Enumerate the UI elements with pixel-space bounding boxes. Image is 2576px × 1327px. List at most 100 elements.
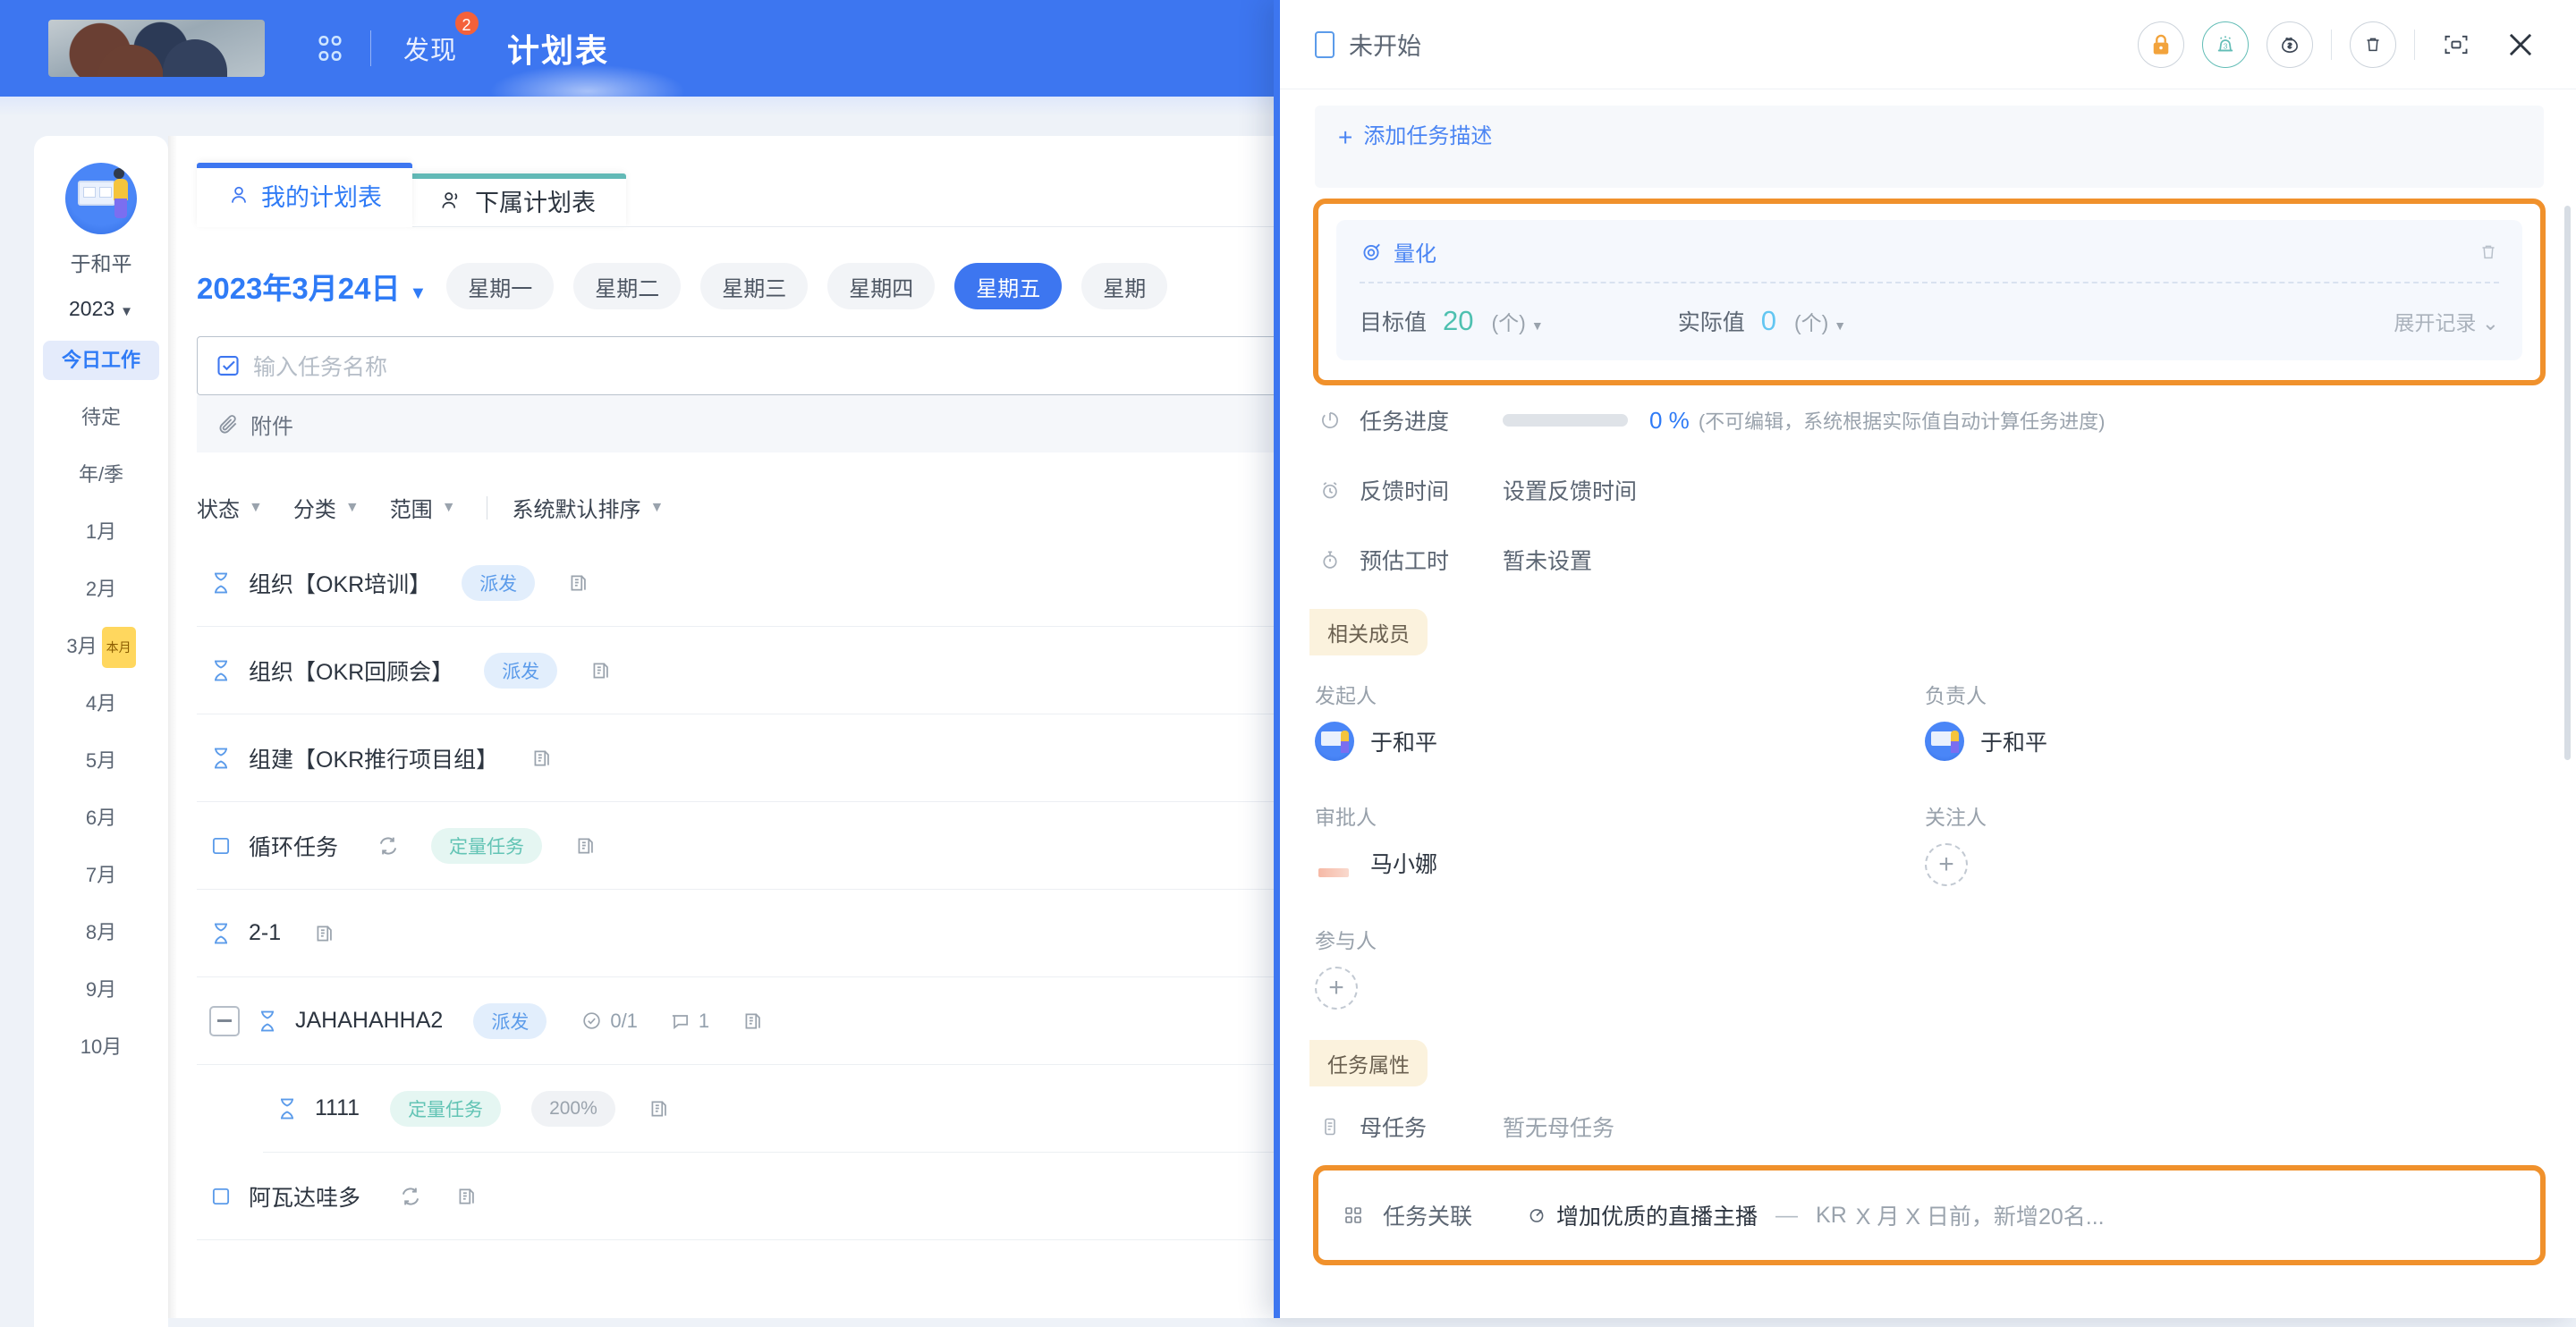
chevron-down-icon: ▼ (1530, 318, 1544, 333)
filter-scope[interactable]: 范围 ▼ (390, 492, 456, 523)
copy-icon[interactable] (530, 747, 554, 770)
reminder-button[interactable]: 3 (2202, 21, 2249, 68)
weekday-pill-0[interactable]: 星期一 (446, 263, 555, 309)
target-value[interactable]: 20 (1443, 305, 1473, 337)
hourglass-icon[interactable] (209, 571, 233, 596)
weekday-pill-2[interactable]: 星期三 (700, 263, 809, 309)
hourglass-icon[interactable] (256, 1009, 279, 1034)
add-participant-button[interactable]: + (1315, 967, 1358, 1010)
expand-records-button[interactable]: 展开记录 ⌄ (2394, 306, 2499, 336)
target-unit-selector[interactable]: (个) ▼ (1492, 306, 1544, 336)
sidebar-item-label: 2月 (85, 578, 117, 600)
header-divider-1 (2331, 29, 2332, 60)
related-objective-text: 增加优质的直播主播 (1556, 1204, 1758, 1230)
sidebar-item-4[interactable]: 2月 (43, 570, 159, 609)
avatar[interactable] (65, 163, 137, 234)
copy-icon[interactable] (648, 1097, 671, 1120)
square-icon[interactable] (209, 1185, 233, 1208)
close-button[interactable] (2497, 21, 2544, 68)
sidebar-item-0[interactable]: 今日工作 (43, 341, 159, 380)
square-icon[interactable] (209, 834, 233, 858)
target-value-label: 目标值 (1360, 310, 1428, 335)
hourglass-icon[interactable] (209, 658, 233, 683)
recurring-icon[interactable] (376, 833, 401, 858)
hourglass-icon[interactable] (275, 1096, 299, 1121)
nav-discover[interactable]: 发现 2 (396, 10, 481, 67)
weekday-pill-3[interactable]: 星期四 (827, 263, 936, 309)
top-bar-divider (370, 30, 371, 66)
tab-my-plan[interactable]: 我的计划表 (197, 163, 412, 227)
panel-scrollbar[interactable] (2564, 206, 2571, 760)
filter-status-label: 状态 (197, 498, 240, 522)
weekday-pill-5[interactable]: 星期 (1081, 263, 1168, 309)
panel-header: 未开始 3 (1274, 0, 2576, 89)
participant-label: 参与人 (1315, 929, 1377, 952)
weekday-pill-label: 星期一 (468, 276, 533, 301)
copy-icon[interactable] (567, 571, 590, 595)
sidebar-item-3[interactable]: 1月 (43, 512, 159, 552)
sidebar-list: 今日工作待定年/季 1月 2月 3月 本月 4月 5月 6月 7月 8月 9月 10月 (34, 341, 168, 1067)
year-value: 2023 (68, 297, 115, 320)
creator-name: 于和平 (1370, 731, 1438, 756)
status-box-icon[interactable] (1315, 30, 1335, 58)
sidebar-item-label: 7月 (85, 864, 117, 886)
sidebar-item-5[interactable]: 3月 本月 (43, 627, 159, 669)
grid-icon[interactable] (315, 33, 345, 63)
feedback-time-value[interactable]: 设置反馈时间 (1503, 474, 1637, 506)
year-selector[interactable]: 2023 ▼ (34, 297, 168, 321)
alarm-clock-icon (1315, 478, 1345, 502)
quantification-delete-button[interactable] (2478, 241, 2499, 263)
sidebar-item-11[interactable]: 9月 (43, 970, 159, 1010)
date-selector[interactable]: 2023年3月24日 ▼ (197, 265, 427, 308)
sort-selector[interactable]: 系统默认排序 ▼ (513, 492, 665, 523)
copy-icon[interactable] (589, 659, 613, 682)
sidebar-item-1[interactable]: 待定 (43, 398, 159, 437)
app-logo[interactable] (48, 20, 265, 77)
hourglass-icon[interactable] (209, 921, 233, 946)
lock-button[interactable] (2138, 21, 2184, 68)
subtask-count: 0/1 (580, 1010, 638, 1033)
recurring-icon[interactable] (398, 1184, 423, 1209)
sidebar-item-8[interactable]: 6月 (43, 799, 159, 838)
collapse-icon[interactable] (209, 1005, 240, 1036)
related-objective[interactable]: 增加优质的直播主播 — KR X 月 X 日前，新增20名... (1526, 1199, 2105, 1231)
expand-button[interactable] (2433, 21, 2479, 68)
checkbox-check-icon (216, 353, 241, 378)
attrs-section: 任务属性 (1274, 1026, 2576, 1092)
delete-button[interactable] (2350, 21, 2396, 68)
copy-icon[interactable] (313, 922, 336, 945)
copy-icon[interactable] (455, 1185, 479, 1208)
add-follower-button[interactable]: + (1925, 843, 1968, 886)
top-bar: 发现 2 计划表 (0, 0, 1374, 118)
approver-person[interactable]: 马小娜 (1315, 843, 1925, 883)
task-chip: 派发 (473, 1002, 547, 1039)
estimated-hours-value[interactable]: 暂未设置 (1503, 544, 1592, 576)
sidebar-item-7[interactable]: 5月 (43, 741, 159, 781)
row-feedback-time[interactable]: 反馈时间 设置反馈时间 (1274, 455, 2576, 525)
owner-person[interactable]: 于和平 (1925, 722, 2535, 761)
actual-value[interactable]: 0 (1761, 305, 1776, 337)
sidebar-item-10[interactable]: 8月 (43, 913, 159, 952)
creator-label: 发起人 (1315, 684, 1377, 707)
page-title: 计划表 (489, 25, 687, 118)
actual-unit-selector[interactable]: (个) ▼ (1794, 306, 1846, 336)
add-description-button[interactable]: + 添加任务描述 (1315, 106, 2544, 188)
weekday-pill-4[interactable]: 星期五 (954, 263, 1063, 309)
sidebar-item-9[interactable]: 7月 (43, 856, 159, 895)
reward-button[interactable] (2267, 21, 2313, 68)
creator-person[interactable]: 于和平 (1315, 722, 1925, 761)
hourglass-icon[interactable] (209, 746, 233, 771)
copy-icon[interactable] (741, 1010, 765, 1033)
weekday-pill-1[interactable]: 星期二 (573, 263, 682, 309)
sidebar-item-12[interactable]: 10月 (43, 1027, 159, 1067)
filter-status[interactable]: 状态 ▼ (197, 492, 263, 523)
check-circle-icon (580, 1010, 603, 1032)
copy-icon[interactable] (574, 834, 597, 858)
tab-subordinate-plan[interactable]: 下属计划表 (409, 173, 626, 227)
sidebar-item-6[interactable]: 4月 (43, 684, 159, 723)
row-task-relation[interactable]: 任务关联 增加优质的直播主播 — KR X 月 X 日前，新增20名... (1336, 1190, 2522, 1240)
filter-category-label: 分类 (292, 498, 336, 522)
row-estimated-hours[interactable]: 预估工时 暂未设置 (1274, 525, 2576, 595)
filter-category[interactable]: 分类 ▼ (293, 492, 360, 523)
sidebar-item-2[interactable]: 年/季 (43, 455, 159, 494)
